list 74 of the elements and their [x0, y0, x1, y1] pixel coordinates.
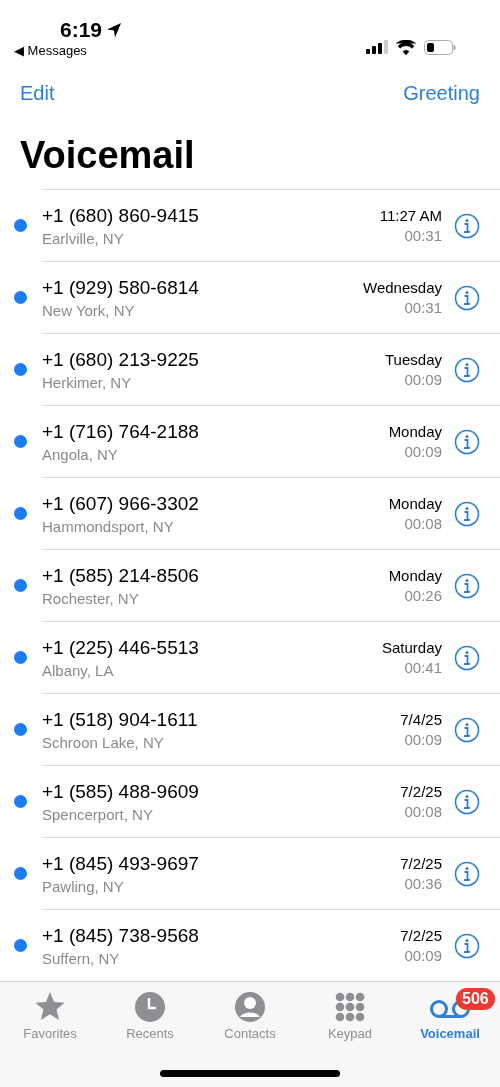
caller-location: Schroon Lake, NY: [42, 733, 165, 751]
info-button[interactable]: [454, 716, 480, 743]
voicemail-duration: 00:08: [404, 515, 442, 532]
info-button[interactable]: [454, 284, 480, 311]
caller-number: +1 (225) 446-5513: [42, 636, 200, 659]
voicemail-duration: 00:09: [404, 731, 442, 748]
caller-number: +1 (929) 580-6814: [42, 276, 200, 299]
info-button[interactable]: [454, 788, 480, 815]
caller-location: Angola, NY: [42, 445, 119, 463]
caller-location: Spencerport, NY: [42, 805, 154, 823]
caller-number: +1 (845) 738-9568: [42, 924, 200, 947]
voicemail-date: 7/2/25: [400, 927, 442, 944]
voicemail-duration: 00:26: [404, 587, 442, 604]
caller-location: New York, NY: [42, 301, 136, 319]
caller-location: Pawling, NY: [42, 877, 125, 895]
battery-icon: [424, 39, 456, 55]
caller-number: +1 (607) 966-3302: [42, 492, 200, 515]
caller-location: Suffern, NY: [42, 949, 121, 967]
info-button[interactable]: [454, 356, 480, 383]
info-button[interactable]: [454, 932, 480, 959]
clock-icon: [135, 992, 165, 1022]
caller-location: Herkimer, NY: [42, 373, 133, 391]
count-badge: 506: [456, 988, 495, 1010]
keypad-icon: [335, 992, 365, 1022]
tab-bar-item[interactable]: Favorites: [0, 982, 100, 1052]
caller-location: Albany, LA: [42, 661, 115, 679]
info-button[interactable]: [454, 212, 480, 239]
caller-location: Rochester, NY: [42, 589, 140, 607]
location-arrow-icon: [106, 22, 123, 38]
tab-bar-item[interactable]: Recents: [100, 982, 200, 1052]
voicemail-duration: 00:36: [404, 875, 442, 892]
caller-number: +1 (585) 214-8506: [42, 564, 200, 587]
signal-icon: [366, 40, 388, 54]
voicemail-date: Saturday: [381, 639, 442, 656]
tab-bar-item[interactable]: Voicemail 506: [400, 982, 500, 1052]
info-button[interactable]: [454, 428, 480, 455]
voicemail-duration: 00:09: [404, 443, 442, 460]
voicemail-duration: 00:31: [404, 299, 442, 316]
caller-number: +1 (585) 488-9609: [42, 780, 200, 803]
tab-bar-item[interactable]: Keypad: [300, 982, 400, 1052]
voicemail-date: Wednesday: [363, 279, 442, 296]
voicemail-date: 7/2/25: [400, 783, 442, 800]
voicemail-duration: 00:09: [404, 371, 442, 388]
edit-button[interactable]: Edit: [20, 81, 55, 105]
wifi-icon: [396, 39, 416, 55]
voicemail-date: Monday: [388, 567, 442, 584]
caller-number: +1 (845) 493-9697: [42, 852, 200, 875]
voicemail-date: Monday: [388, 423, 442, 440]
voicemail-duration: 00:08: [404, 803, 442, 820]
caller-location: Earlville, NY: [42, 229, 125, 247]
caller-location: Hammondsport, NY: [42, 517, 175, 535]
page-title: Voicemail: [19, 133, 196, 178]
voicemail-date: 11:27 AM: [379, 207, 442, 224]
status-time: 6:19: [60, 18, 103, 42]
info-button[interactable]: [454, 500, 480, 527]
voicemail-duration: 00:41: [404, 659, 442, 676]
voicemail-duration: 00:09: [404, 947, 442, 964]
info-button[interactable]: [454, 572, 480, 599]
caller-number: +1 (680) 860-9415: [42, 204, 200, 227]
info-button[interactable]: [454, 860, 480, 887]
greeting-button[interactable]: Greeting: [403, 81, 480, 105]
info-button[interactable]: [454, 644, 480, 671]
voicemail-date: Tuesday: [385, 351, 442, 368]
tab-bar-item[interactable]: Contacts: [200, 982, 300, 1052]
voicemail-date: Monday: [388, 495, 442, 512]
caller-number: +1 (518) 904-1611: [42, 708, 199, 731]
voicemail-duration: 00:31: [404, 227, 442, 244]
voicemail-date: 7/2/25: [400, 855, 442, 872]
back-to-app-link[interactable]: ◀ Messages: [14, 43, 87, 58]
voicemail-date: 7/4/25: [400, 711, 442, 728]
star-icon: [34, 992, 66, 1022]
person-icon: [235, 992, 265, 1022]
caller-number: +1 (680) 213-9225: [42, 348, 200, 371]
caller-number: +1 (716) 764-2188: [42, 420, 200, 443]
